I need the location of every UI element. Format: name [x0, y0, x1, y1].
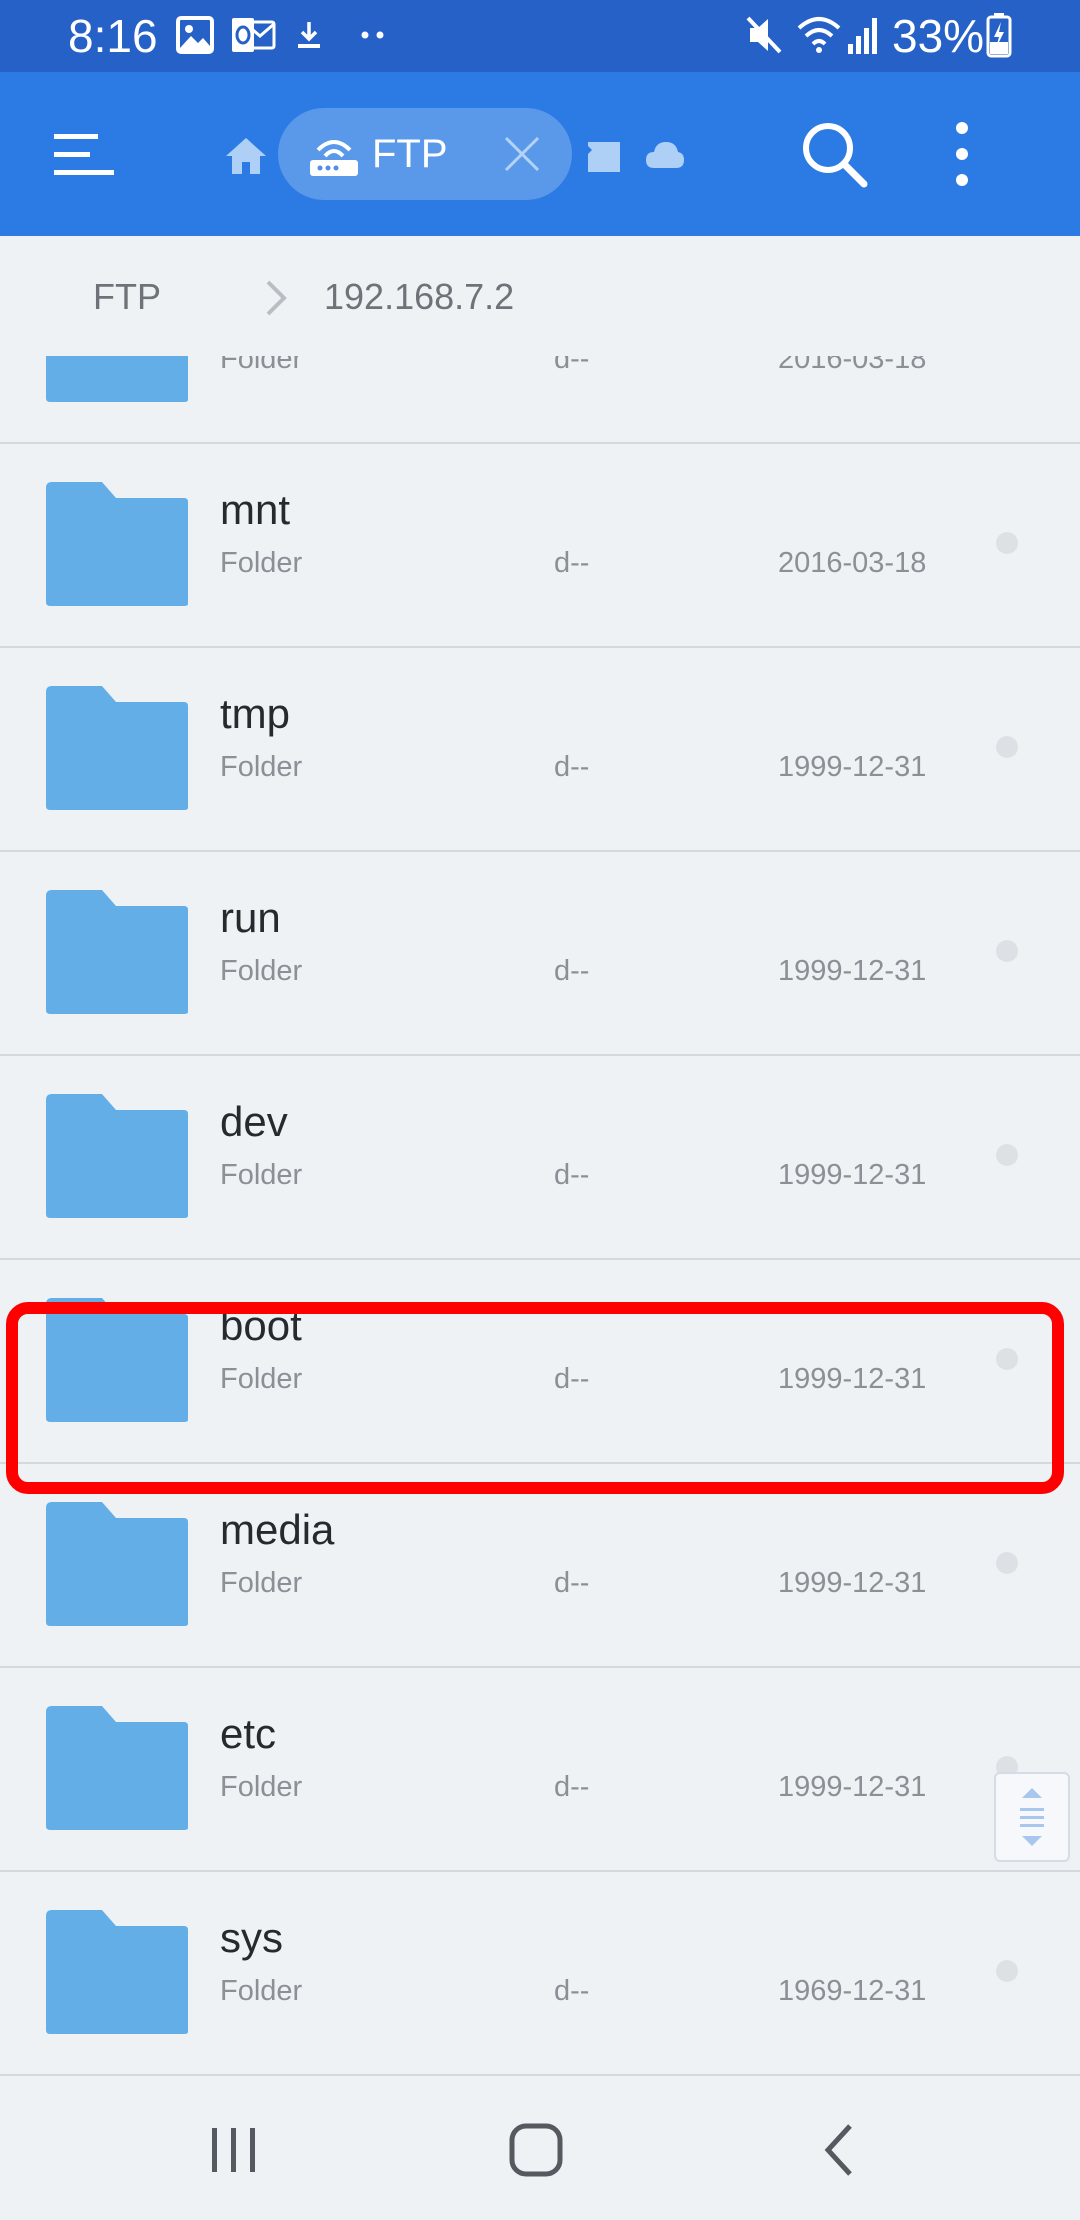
select-dot[interactable]	[996, 1144, 1018, 1166]
search-icon[interactable]	[796, 116, 872, 192]
file-name: media	[220, 1506, 335, 1553]
file-name: etc	[220, 1710, 277, 1757]
chevron-right-icon	[266, 280, 287, 316]
folder-icon	[46, 482, 188, 606]
file-row[interactable]: boot Folder d-- 1999-12-31	[0, 1260, 1080, 1464]
scroll-handle-icon	[1020, 1788, 1044, 1846]
folder-icon	[46, 1502, 188, 1626]
breadcrumb: FTP 192.168.7.2	[0, 236, 1080, 360]
folder-icon	[46, 686, 188, 810]
file-date: 1999-12-31	[778, 1159, 927, 1191]
select-dot[interactable]	[996, 736, 1018, 758]
back-icon[interactable]	[812, 2120, 872, 2180]
file-date: 1999-12-31	[778, 1567, 927, 1599]
menu-icon[interactable]	[40, 118, 124, 190]
folder-icon	[46, 1706, 188, 1830]
breadcrumb-ftp[interactable]: FTP	[93, 274, 161, 320]
file-name: tmp	[220, 690, 291, 737]
file-permissions: d--	[554, 1975, 590, 2007]
file-date: 1999-12-31	[778, 751, 927, 783]
select-dot[interactable]	[996, 1348, 1018, 1370]
cloud-icon[interactable]	[644, 136, 686, 174]
file-type: Folder	[220, 547, 303, 579]
home-button-icon[interactable]	[506, 2120, 566, 2180]
folder-icon	[46, 1298, 188, 1422]
file-row[interactable]: dev Folder d-- 1999-12-31	[0, 1056, 1080, 1260]
app-bar: FTP	[0, 72, 1080, 236]
file-type: Folder	[220, 955, 303, 987]
divider	[0, 2074, 1080, 2076]
close-icon[interactable]	[498, 130, 546, 178]
file-date: 1999-12-31	[778, 1363, 927, 1395]
file-list[interactable]: optFolderd--2016-03-18mntFolderd--2016-0…	[0, 356, 1080, 2080]
select-dot[interactable]	[996, 1552, 1018, 1574]
file-date: 1969-12-31	[778, 1975, 927, 2007]
file-permissions: d--	[554, 1567, 590, 1599]
file-type: Folder	[220, 1363, 303, 1395]
tab-ftp[interactable]: FTP	[278, 108, 572, 200]
file-row[interactable]: mnt Folder d-- 2016-03-18	[0, 444, 1080, 648]
nav-bar	[0, 2080, 1080, 2220]
folder-icon	[46, 1094, 188, 1218]
file-name: mnt	[220, 486, 291, 533]
file-row[interactable]: media Folder d-- 1999-12-31	[0, 1464, 1080, 1668]
file-name: boot	[220, 1302, 302, 1349]
file-permissions: d--	[554, 955, 590, 987]
file-row[interactable]: optFolderd--2016-03-18	[0, 356, 1080, 444]
file-name: sys	[220, 1914, 283, 1961]
home-icon[interactable]	[222, 132, 270, 180]
folder-icon	[46, 1910, 188, 2034]
file-permissions: d--	[554, 1771, 590, 1803]
file-type: Folder	[220, 356, 303, 375]
fast-scroll-handle[interactable]	[994, 1772, 1070, 1862]
signal-icon	[848, 18, 877, 54]
file-type: Folder	[220, 1975, 303, 2007]
file-type: Folder	[220, 1567, 303, 1599]
more-dots-icon	[361, 31, 384, 39]
file-permissions: d--	[554, 547, 590, 579]
download-icon	[298, 22, 320, 48]
file-row[interactable]: sys Folder d-- 1969-12-31	[0, 1872, 1080, 2076]
file-row[interactable]: tmp Folder d-- 1999-12-31	[0, 648, 1080, 852]
select-dot[interactable]	[996, 532, 1018, 554]
file-permissions: d--	[554, 1363, 590, 1395]
battery-percent: 33%	[892, 10, 985, 62]
file-name: dev	[220, 1098, 288, 1145]
sd-card-icon[interactable]	[584, 136, 624, 176]
breadcrumb-current[interactable]: 192.168.7.2	[324, 274, 514, 320]
image-icon	[176, 16, 214, 54]
file-permissions: d--	[554, 751, 590, 783]
folder-icon	[46, 356, 188, 402]
outlook-icon	[232, 18, 276, 52]
ftp-router-icon	[310, 140, 358, 176]
file-type: Folder	[220, 751, 303, 783]
status-bar: 8:16 33%	[0, 0, 1080, 72]
more-vertical-icon[interactable]	[938, 116, 986, 192]
file-permissions: d--	[554, 1159, 590, 1191]
file-row[interactable]: run Folder d-- 1999-12-31	[0, 852, 1080, 1056]
mute-icon	[746, 16, 782, 54]
file-date: 1999-12-31	[778, 955, 927, 987]
file-type: Folder	[220, 1159, 303, 1191]
battery-charging-icon	[986, 13, 1012, 58]
file-row[interactable]: etc Folder d-- 1999-12-31	[0, 1668, 1080, 1872]
file-date: 2016-03-18	[778, 547, 927, 579]
status-time: 8:16	[68, 10, 158, 62]
file-date: 1999-12-31	[778, 1771, 927, 1803]
select-dot[interactable]	[996, 1960, 1018, 1982]
wifi-icon	[797, 17, 841, 53]
recents-icon[interactable]	[204, 2120, 264, 2180]
file-type: Folder	[220, 1771, 303, 1803]
file-name: run	[220, 894, 281, 941]
screen: 8:16 33% FTP FTP 192.168.7.2 Folder d-- …	[0, 0, 1080, 2220]
file-date: 2016-03-18	[778, 356, 927, 375]
folder-icon	[46, 890, 188, 1014]
file-permissions: d--	[554, 356, 590, 375]
tab-ftp-label: FTP	[372, 132, 448, 176]
select-dot[interactable]	[996, 940, 1018, 962]
